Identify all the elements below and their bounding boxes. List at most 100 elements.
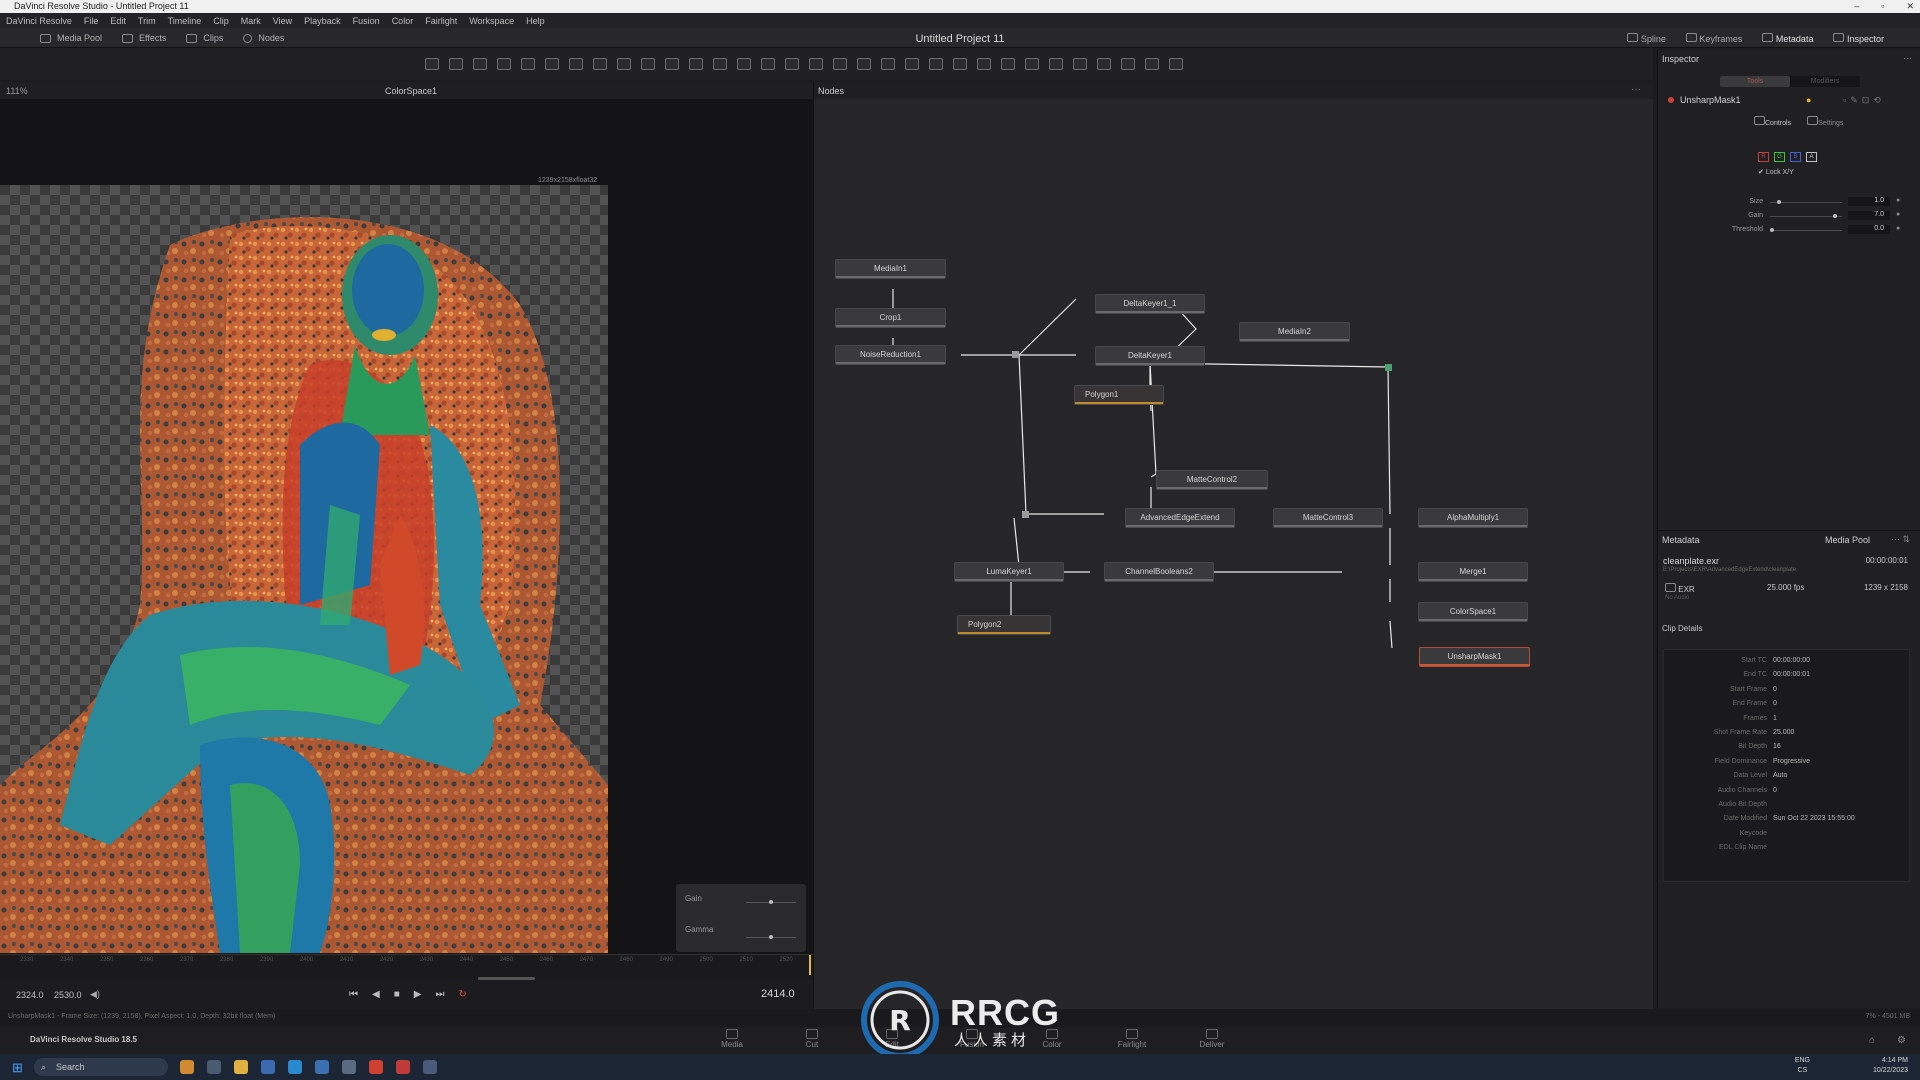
fusion-tool-icon[interactable] xyxy=(521,58,535,70)
menu-item-file[interactable]: File xyxy=(84,16,99,26)
fusion-tool-icon[interactable] xyxy=(905,58,919,70)
settings-gear-icon[interactable]: ⚙ xyxy=(1897,1035,1906,1046)
fusion-tool-icon[interactable] xyxy=(1025,58,1039,70)
channel-b[interactable]: B xyxy=(1790,152,1801,162)
node-channelbooleans2[interactable]: ChannelBooleans2 xyxy=(1104,562,1214,582)
param-slider[interactable] xyxy=(1770,216,1842,217)
node-merge1[interactable]: Merge1 xyxy=(1418,562,1528,582)
fusion-tool-icon[interactable] xyxy=(713,58,727,70)
close-icon[interactable]: ✕ xyxy=(1906,0,1914,13)
menu-item-mark[interactable]: Mark xyxy=(241,16,261,26)
maximize-icon[interactable]: ▫ xyxy=(1881,0,1884,13)
viewer-image[interactable] xyxy=(0,185,608,953)
fusion-tool-icon[interactable] xyxy=(1097,58,1111,70)
menu-item-clip[interactable]: Clip xyxy=(213,16,229,26)
fusion-tool-icon[interactable] xyxy=(593,58,607,70)
step-back-icon[interactable]: ◀ xyxy=(372,989,380,1000)
channel-r[interactable]: R xyxy=(1758,152,1769,162)
channel-g[interactable]: G xyxy=(1774,152,1785,162)
param-slider-knob[interactable] xyxy=(1776,200,1781,204)
mail-icon[interactable] xyxy=(342,1060,356,1074)
page-media[interactable]: Media xyxy=(712,1029,752,1049)
chrome-icon[interactable] xyxy=(369,1060,383,1074)
loop-icon[interactable]: ↻ xyxy=(458,989,466,1000)
fusion-tool-icon[interactable] xyxy=(761,58,775,70)
node-colorspace1[interactable]: ColorSpace1 xyxy=(1418,602,1528,622)
menu-item-view[interactable]: View xyxy=(273,16,292,26)
playhead[interactable] xyxy=(809,955,812,975)
language-indicator[interactable]: ENG CS xyxy=(1795,1056,1810,1076)
file-explorer-icon[interactable] xyxy=(234,1060,248,1074)
current-frame[interactable]: 2414.0 xyxy=(761,988,795,1000)
gamma-slider-knob[interactable] xyxy=(769,935,773,939)
fusion-tool-icon[interactable] xyxy=(617,58,631,70)
fusion-tool-icon[interactable] xyxy=(809,58,823,70)
node-deltakeyer1[interactable]: DeltaKeyer1 xyxy=(1095,346,1205,366)
tool-header[interactable]: UnsharpMask1 ● ▫✎⊡⟲ xyxy=(1668,95,1913,109)
menu-item-timeline[interactable]: Timeline xyxy=(168,16,202,26)
menu-item-color[interactable]: Color xyxy=(392,16,414,26)
viewer-timeline[interactable]: 2330 2340 2350 2360 2370 2380 2390 2400 2410 2420… xyxy=(0,954,813,980)
fusion-tool-icon[interactable] xyxy=(1145,58,1159,70)
tool-color-icon[interactable]: ● xyxy=(1806,95,1811,105)
tab-modifiers[interactable]: Modifiers xyxy=(1790,76,1860,87)
node-mediain2[interactable]: MediaIn2 xyxy=(1239,322,1350,342)
home-icon[interactable]: ⌂ xyxy=(1869,1035,1875,1046)
node-editor[interactable]: MediaIn1 Crop1 NoiseReduction1 DeltaKeye… xyxy=(813,99,1653,1009)
fusion-tool-icon[interactable] xyxy=(569,58,583,70)
node-mattecontrol2[interactable]: MatteControl2 xyxy=(1156,470,1268,490)
store-icon[interactable] xyxy=(261,1060,275,1074)
fusion-tool-icon[interactable] xyxy=(785,58,799,70)
clock[interactable]: 4:14 PM 10/22/2023 xyxy=(1873,1056,1908,1076)
page-deliver[interactable]: Deliver xyxy=(1192,1029,1232,1049)
node-mediain1[interactable]: MediaIn1 xyxy=(835,259,946,279)
node-crop1[interactable]: Crop1 xyxy=(835,308,946,328)
node-alphamultiply1[interactable]: AlphaMultiply1 xyxy=(1418,508,1528,528)
play-icon[interactable]: ▶ xyxy=(414,989,422,1000)
node-polygon1[interactable]: Polygon1 xyxy=(1074,385,1164,405)
render-start-field[interactable]: 2324.0 xyxy=(16,990,44,1000)
taskbar-app-icon-3[interactable] xyxy=(423,1060,437,1074)
menu-item-workspace[interactable]: Workspace xyxy=(469,16,514,26)
task-view-icon[interactable] xyxy=(207,1060,221,1074)
fusion-tool-icon[interactable] xyxy=(881,58,895,70)
fusion-tool-icon[interactable] xyxy=(425,58,439,70)
fusion-tool-icon[interactable] xyxy=(641,58,655,70)
taskbar-search[interactable]: ⌕ Search xyxy=(34,1058,168,1076)
menu-item-davinci-resolve[interactable]: DaVinci Resolve xyxy=(6,16,72,26)
menu-item-edit[interactable]: Edit xyxy=(110,16,126,26)
node-lumakeyer1[interactable]: LumaKeyer1 xyxy=(954,562,1064,582)
fusion-tool-icon[interactable] xyxy=(449,58,463,70)
node-polygon2[interactable]: Polygon2 xyxy=(957,615,1051,635)
lock-xy-checkbox[interactable]: ✔ Lock X/Y xyxy=(1758,168,1794,176)
more-options-icon[interactable]: ··· xyxy=(1631,84,1641,95)
node-advancededgeextend[interactable]: AdvancedEdgeExtend xyxy=(1125,508,1235,528)
render-end-field[interactable]: 2530.0 xyxy=(54,990,82,1000)
page-cut[interactable]: Cut xyxy=(792,1029,832,1049)
menu-item-fusion[interactable]: Fusion xyxy=(353,16,380,26)
settings-tab[interactable]: Settings xyxy=(1807,116,1843,127)
menu-item-help[interactable]: Help xyxy=(526,16,545,26)
audio-icon[interactable]: ◀) xyxy=(90,989,100,1000)
param-value[interactable]: 7.0 xyxy=(1848,211,1890,220)
node-noisereduction1[interactable]: NoiseReduction1 xyxy=(835,345,946,365)
node-unsharpmask1[interactable]: UnsharpMask1 xyxy=(1419,647,1530,667)
fusion-tool-icon[interactable] xyxy=(929,58,943,70)
gain-slider-knob[interactable] xyxy=(769,900,773,904)
fusion-tool-icon[interactable] xyxy=(977,58,991,70)
tool-header-icons[interactable]: ▫✎⊡⟲ xyxy=(1843,95,1885,106)
node-mattecontrol3[interactable]: MatteControl3 xyxy=(1273,508,1383,528)
page-fairlight[interactable]: Fairlight xyxy=(1112,1029,1152,1049)
keyframe-icon[interactable]: ● xyxy=(1896,225,1900,232)
param-slider[interactable] xyxy=(1770,230,1842,231)
fusion-tool-icon[interactable] xyxy=(473,58,487,70)
metadata-button[interactable]: Metadata xyxy=(1762,32,1813,44)
fusion-tool-icon[interactable] xyxy=(1169,58,1183,70)
fusion-tool-icon[interactable] xyxy=(545,58,559,70)
taskbar-app-icon-2[interactable] xyxy=(315,1060,329,1074)
taskbar-app-icon[interactable] xyxy=(180,1060,194,1074)
param-slider[interactable] xyxy=(1770,202,1842,203)
viewer-zoom[interactable]: 111% xyxy=(6,86,28,96)
fusion-tool-icon[interactable] xyxy=(689,58,703,70)
timeline-scrollbar[interactable] xyxy=(478,977,535,980)
